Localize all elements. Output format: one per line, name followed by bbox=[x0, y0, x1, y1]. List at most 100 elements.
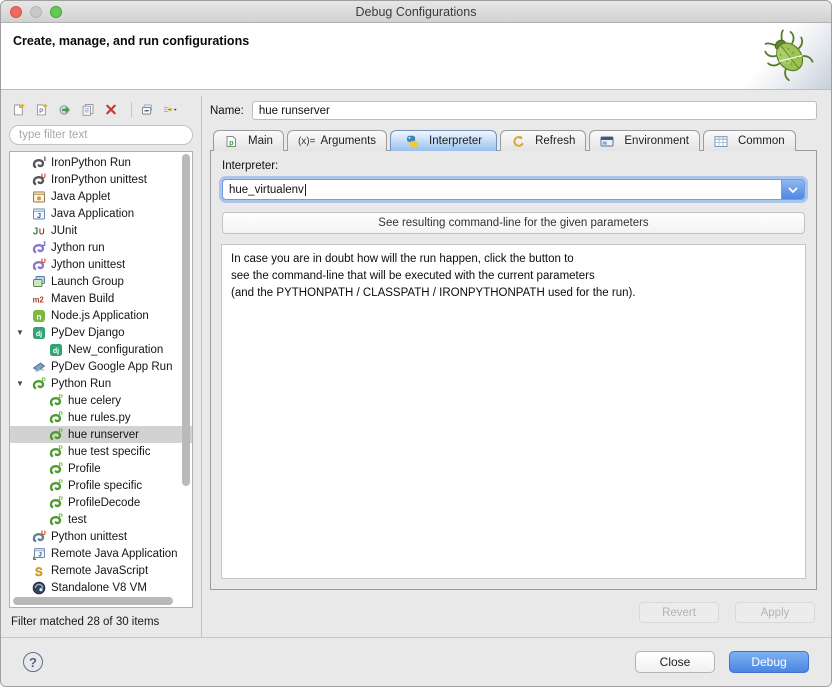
debug-button[interactable]: Debug bbox=[729, 651, 809, 673]
delete-config-button[interactable] bbox=[103, 99, 124, 119]
tree-item-pydev-google-app-run[interactable]: PyDev Google App Run bbox=[10, 358, 192, 375]
tab-common[interactable]: Common bbox=[703, 130, 796, 151]
help-button[interactable]: ? bbox=[23, 652, 43, 672]
filter-dropdown-button[interactable] bbox=[162, 99, 183, 119]
tree-item-node-js-application[interactable]: n Node.js Application bbox=[10, 307, 192, 324]
export-config-button[interactable] bbox=[57, 99, 78, 119]
tree-item-launch-group[interactable]: Launch Group bbox=[10, 273, 192, 290]
config-tabs: pMain(x)=ArgumentsInterpreterRefreshEnvi… bbox=[210, 128, 819, 151]
duplicate-config-button[interactable] bbox=[80, 99, 101, 119]
python-run-icon: P bbox=[49, 513, 63, 527]
maven-icon: m2 bbox=[32, 292, 46, 306]
tab-arguments[interactable]: (x)=Arguments bbox=[287, 130, 387, 151]
config-toolbar: P bbox=[9, 96, 195, 122]
django-icon: dj bbox=[32, 326, 46, 340]
tree-item-ironpython-unittest[interactable]: U IronPython unittest bbox=[10, 171, 192, 188]
tab-environment[interactable]: Environment bbox=[589, 130, 700, 151]
tree-item-jython-unittest[interactable]: UJython unittest bbox=[10, 256, 192, 273]
delete-config-icon bbox=[104, 102, 118, 116]
svg-text:U: U bbox=[41, 173, 46, 180]
tree-item-java-application[interactable]: JJava Application bbox=[10, 205, 192, 222]
svg-text:P: P bbox=[39, 108, 44, 115]
config-tree-rows: IIronPython Run U IronPython unittest Java … bbox=[10, 152, 192, 596]
python-run-icon: P bbox=[49, 411, 63, 425]
tree-item-test[interactable]: Ptest bbox=[10, 511, 192, 528]
see-command-line-button[interactable]: See resulting command-line for the given… bbox=[222, 212, 805, 234]
tab-label: Common bbox=[738, 135, 785, 147]
apply-button[interactable]: Apply bbox=[735, 602, 815, 623]
tree-item-label: Launch Group bbox=[51, 276, 124, 288]
svg-text:P: P bbox=[58, 462, 63, 469]
revert-button[interactable]: Revert bbox=[639, 602, 719, 623]
tree-item-ironpython-run[interactable]: IIronPython Run bbox=[10, 154, 192, 171]
svg-text:I: I bbox=[44, 156, 46, 163]
tab-label: Arguments bbox=[320, 135, 376, 147]
tree-horizontal-scrollbar[interactable] bbox=[13, 597, 173, 605]
tree-item-label: New_configuration bbox=[68, 344, 163, 356]
tree-item-junit[interactable]: JU JUnit bbox=[10, 222, 192, 239]
tab-main[interactable]: pMain bbox=[213, 130, 284, 151]
tree-item-profile[interactable]: PProfile bbox=[10, 460, 192, 477]
tree-item-standalone-v8-vm[interactable]: Standalone V8 VM bbox=[10, 579, 192, 596]
tree-item-label: IronPython unittest bbox=[51, 174, 147, 186]
tree-item-hue-test-specific[interactable]: Phue test specific bbox=[10, 443, 192, 460]
name-input[interactable] bbox=[252, 101, 817, 120]
tree-item-maven-build[interactable]: m2Maven Build bbox=[10, 290, 192, 307]
zoom-window-button[interactable] bbox=[50, 6, 62, 18]
tab-refresh[interactable]: Refresh bbox=[500, 130, 586, 151]
expand-arrow-icon[interactable]: ▼ bbox=[16, 328, 24, 337]
tree-item-python-run[interactable]: ▼PPython Run bbox=[10, 375, 192, 392]
python-tab-icon bbox=[405, 134, 419, 148]
close-button[interactable]: Close bbox=[635, 651, 715, 673]
tree-item-profiledecode[interactable]: PProfileDecode bbox=[10, 494, 192, 511]
tree-item-pydev-django[interactable]: ▼ dj PyDev Django bbox=[10, 324, 192, 341]
svg-text:S: S bbox=[35, 566, 43, 577]
tree-item-new-configuration[interactable]: dj New_configuration bbox=[10, 341, 192, 358]
tree-item-hue-rules-py[interactable]: Phue rules.py bbox=[10, 409, 192, 426]
svg-text:dj: dj bbox=[53, 348, 59, 355]
dialog-footer: ? Close Debug bbox=[1, 638, 831, 686]
export-config-icon bbox=[58, 102, 72, 116]
tree-item-label: JUnit bbox=[51, 225, 77, 237]
svg-text:U: U bbox=[39, 227, 45, 236]
collapse-all-button[interactable] bbox=[139, 99, 160, 119]
tree-item-remote-javascript[interactable]: SRemote JavaScript bbox=[10, 562, 192, 579]
minimize-window-button[interactable] bbox=[30, 6, 42, 18]
svg-text:U: U bbox=[41, 530, 46, 537]
svg-text:J: J bbox=[33, 226, 38, 237]
tree-item-hue-runserver[interactable]: Phue runserver bbox=[10, 426, 192, 443]
tree-item-hue-celery[interactable]: Phue celery bbox=[10, 392, 192, 409]
svg-text:P: P bbox=[58, 496, 63, 503]
new-prototype-button[interactable]: P bbox=[34, 99, 55, 119]
debug-configurations-dialog: Debug Configurations Create, manage, and… bbox=[0, 0, 832, 687]
config-detail-panel: Name: pMain(x)=ArgumentsInterpreterRefre… bbox=[201, 96, 825, 637]
tree-item-label: Java Applet bbox=[51, 191, 110, 203]
new-config-button[interactable] bbox=[11, 99, 32, 119]
common-tab-icon bbox=[714, 134, 728, 148]
interpreter-combo[interactable]: hue_virtualenv bbox=[222, 179, 805, 200]
combo-dropdown-button[interactable] bbox=[781, 180, 804, 199]
java-applet-icon bbox=[32, 190, 46, 204]
filter-input[interactable] bbox=[9, 125, 193, 145]
expand-arrow-icon[interactable]: ▼ bbox=[16, 379, 24, 388]
filter-dropdown-icon bbox=[163, 102, 177, 116]
tree-vertical-scrollbar[interactable] bbox=[182, 154, 190, 486]
gae-icon bbox=[32, 360, 46, 374]
collapse-all-icon bbox=[140, 102, 154, 116]
tree-item-label: hue test specific bbox=[68, 446, 150, 458]
tab-label: Main bbox=[248, 135, 273, 147]
tree-item-remote-java-application[interactable]: JRemote Java Application bbox=[10, 545, 192, 562]
tree-item-python-unittest[interactable]: UPython unittest bbox=[10, 528, 192, 545]
tree-item-jython-run[interactable]: JJython run bbox=[10, 239, 192, 256]
tree-item-java-applet[interactable]: Java Applet bbox=[10, 188, 192, 205]
tree-item-label: Python Run bbox=[51, 378, 111, 390]
title-bar[interactable]: Debug Configurations bbox=[1, 1, 831, 23]
close-window-button[interactable] bbox=[10, 6, 22, 18]
tree-item-label: Java Application bbox=[51, 208, 134, 220]
tree-item-label: PyDev Django bbox=[51, 327, 125, 339]
tree-item-label: Node.js Application bbox=[51, 310, 149, 322]
tree-item-profile-specific[interactable]: PProfile specific bbox=[10, 477, 192, 494]
tab-interpreter[interactable]: Interpreter bbox=[390, 130, 497, 151]
tree-item-label: Remote Java Application bbox=[51, 548, 178, 560]
svg-text:n: n bbox=[36, 311, 41, 321]
